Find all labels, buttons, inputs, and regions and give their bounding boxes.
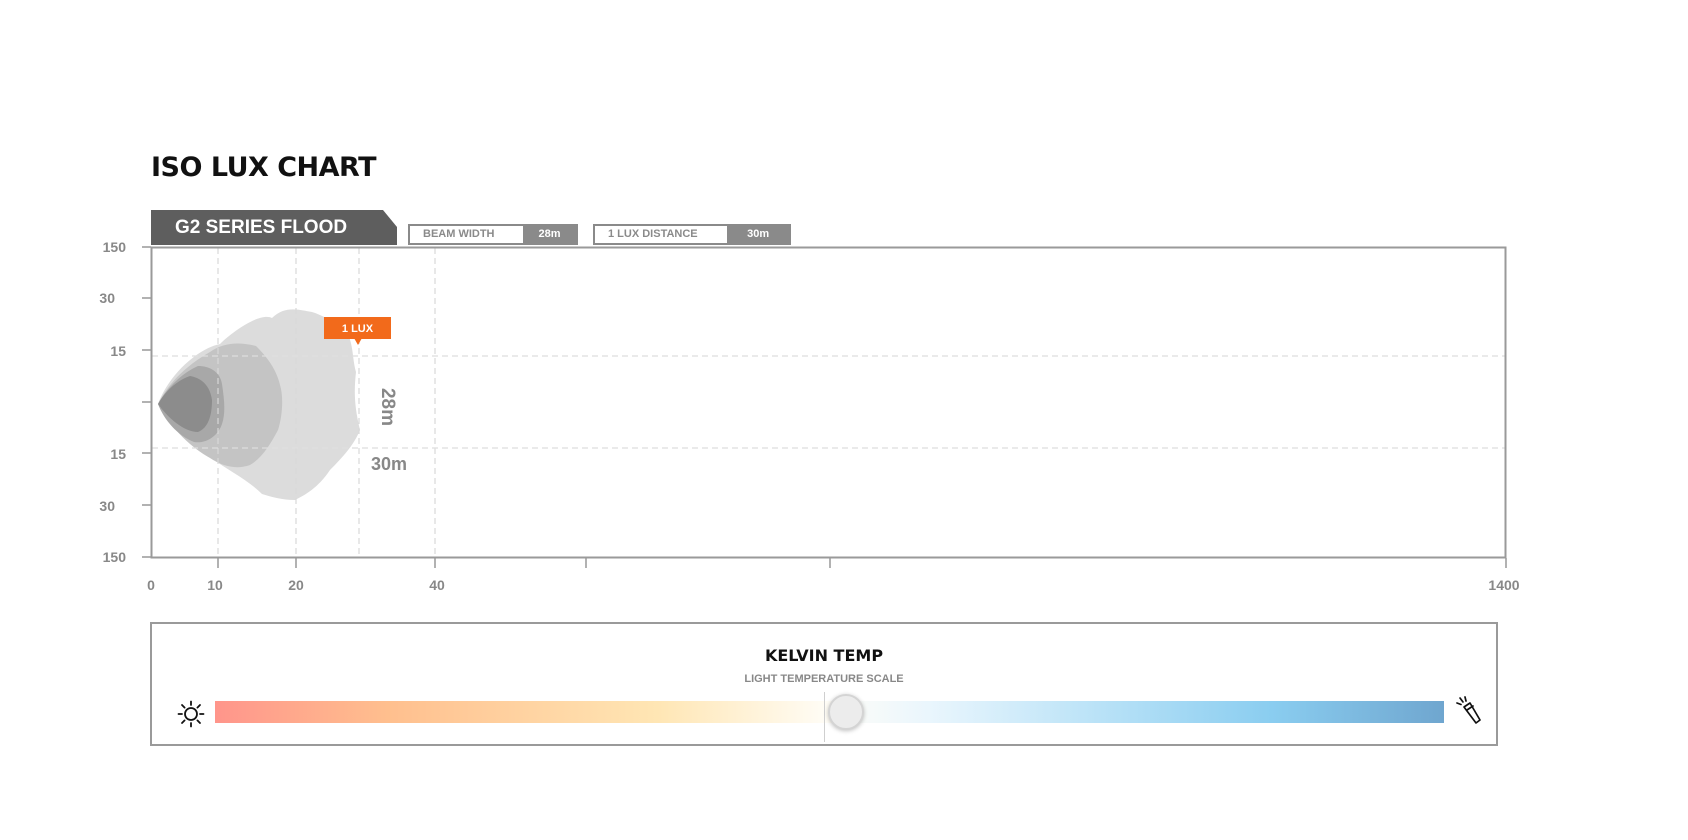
kelvin-subtitle: LIGHT TEMPERATURE SCALE	[744, 673, 904, 685]
kelvin-center-marker	[823, 692, 825, 742]
xtick-label-2: 20	[288, 577, 304, 593]
lux-distance-dimension: 30m	[371, 454, 407, 474]
ytick-label-top-0: 150	[103, 239, 127, 255]
kelvin-slider-knob[interactable]	[827, 694, 864, 730]
kelvin-panel: KELVIN TEMP LIGHT TEMPERATURE SCALE	[150, 622, 1498, 746]
y-axis-ticks: 150 30 15 15 30 150	[99, 239, 151, 565]
xtick-label-4: 1400	[1488, 577, 1519, 593]
kelvin-title: KELVIN TEMP	[764, 646, 884, 665]
x-axis-ticks: 0 10 20 40 1400	[147, 558, 1520, 593]
flashlight-icon	[1456, 696, 1481, 724]
ytick-label-bottom-2: 150	[103, 549, 127, 565]
sun-icon	[177, 700, 205, 728]
xtick-label-3: 40	[429, 577, 445, 593]
ytick-label-bottom-0: 15	[110, 446, 126, 462]
callout-label: 1 LUX	[342, 323, 374, 335]
xtick-label-0: 0	[147, 577, 155, 593]
contour-inner	[158, 376, 212, 432]
ytick-label-top-1: 30	[99, 290, 115, 306]
ytick-label-top-2: 15	[110, 343, 126, 359]
iso-lux-chart: 150 30 15 15 30 150 0 10 20 40 1400 1 LU…	[99, 239, 1520, 593]
ytick-label-bottom-1: 30	[99, 498, 115, 514]
callout-pointer	[354, 338, 362, 345]
beam-width-dimension: 28m	[377, 388, 398, 426]
xtick-label-1: 10	[207, 577, 223, 593]
